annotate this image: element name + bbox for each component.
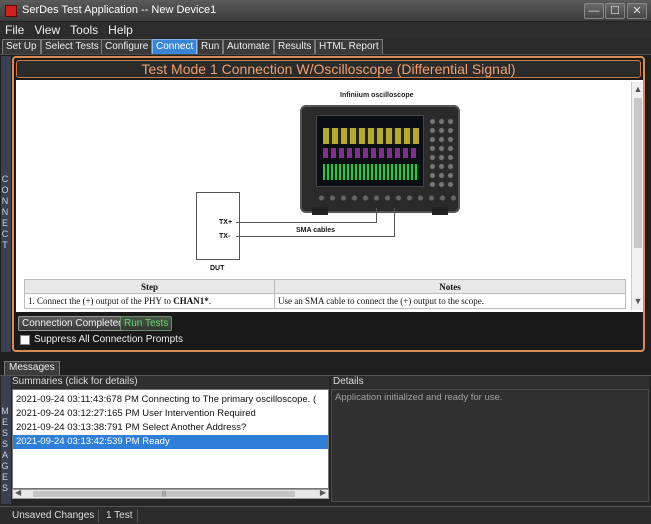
test-count-status: 1 Test <box>102 509 138 523</box>
menu-view[interactable]: View <box>29 22 65 37</box>
menu-bar: File View Tools Help <box>0 22 651 38</box>
suppress-prompts-checkbox[interactable] <box>20 335 30 345</box>
green-trace <box>323 164 419 180</box>
unsaved-changes-status: Unsaved Changes <box>8 509 100 523</box>
tab-bar: Set Up Select Tests Configure Connect Ru… <box>0 38 651 55</box>
summary-row-selected[interactable]: 2021-09-24 03:13:42:539 PM Ready <box>13 435 328 449</box>
cable-plus-riser <box>376 208 377 223</box>
suppress-prompts-label: Suppress All Connection Prompts <box>34 334 183 345</box>
scope-screen <box>316 115 424 187</box>
dut-label: DUT <box>210 265 225 272</box>
step-channel: CHAN1* <box>173 296 209 306</box>
tx-minus-label: TX- <box>219 233 231 240</box>
summaries-list[interactable]: 2021-09-24 03:11:43:678 PM Connecting to… <box>12 389 329 489</box>
scope-caption: Infiniium oscilloscope <box>340 92 414 99</box>
magenta-trace <box>323 148 419 158</box>
connection-completed-button[interactable]: Connection Completed <box>18 316 128 331</box>
details-text: Application initialized and ready for us… <box>331 389 649 502</box>
notes-cell: Use an SMA cable to connect the (+) outp… <box>274 293 626 309</box>
step-suffix: . <box>208 296 211 306</box>
summaries-header: Summaries (click for details) <box>12 376 329 389</box>
oscilloscope-image <box>300 105 460 215</box>
tab-set-up[interactable]: Set Up <box>2 39 41 54</box>
notes-header: Notes <box>274 279 626 294</box>
scope-foot-left <box>312 207 328 215</box>
dut-box <box>196 192 240 260</box>
cable-plus <box>236 222 376 223</box>
scroll-thumb[interactable] <box>634 98 642 248</box>
connect-side-label: CONNECT <box>1 56 11 352</box>
tab-connect[interactable]: Connect <box>152 39 198 54</box>
title-bar: SerDes Test Application -- New Device1 —… <box>0 0 651 22</box>
tab-automate[interactable]: Automate <box>223 39 274 54</box>
close-button[interactable]: ✕ <box>627 3 647 19</box>
scope-knobs <box>428 117 456 187</box>
tab-html-report[interactable]: HTML Report <box>315 39 383 54</box>
summary-row[interactable]: 2021-09-24 03:13:38:791 PM Select Anothe… <box>13 421 328 435</box>
tab-results[interactable]: Results <box>274 39 316 54</box>
table-row: 1. Connect the (+) output of the PHY to … <box>24 293 626 309</box>
step-cell: 1. Connect the (+) output of the PHY to … <box>24 293 275 309</box>
tab-configure[interactable]: Configure <box>101 39 153 54</box>
horizontal-scroll-thumb[interactable]: ||| <box>33 491 295 497</box>
menu-help[interactable]: Help <box>103 22 138 37</box>
menu-file[interactable]: File <box>0 22 29 37</box>
scope-inputs <box>316 191 456 205</box>
run-tests-button[interactable]: Run Tests <box>120 316 173 331</box>
step-header: Step <box>24 279 275 294</box>
sma-cables-label: SMA cables <box>296 227 336 234</box>
app-icon <box>5 5 17 17</box>
status-bar: Unsaved Changes 1 Test <box>0 506 651 524</box>
scroll-left-icon[interactable]: ◀ <box>15 488 21 497</box>
scope-foot-right <box>432 207 448 215</box>
tab-select-tests[interactable]: Select Tests <box>41 39 103 54</box>
content-vertical-scrollbar[interactable]: ▲ ▼ <box>631 82 643 310</box>
summary-row[interactable]: 2021-09-24 03:12:27:165 PM User Interven… <box>13 407 328 421</box>
scroll-up-icon[interactable]: ▲ <box>632 84 644 94</box>
tab-run[interactable]: Run <box>197 39 224 54</box>
cable-minus <box>236 236 394 237</box>
messages-tab[interactable]: Messages <box>4 361 60 375</box>
details-header: Details <box>331 376 649 389</box>
maximize-button[interactable]: ☐ <box>605 3 625 19</box>
minimize-button[interactable]: — <box>584 3 604 19</box>
cable-minus-riser <box>394 208 395 237</box>
scroll-down-icon[interactable]: ▼ <box>632 296 644 306</box>
connection-banner: Test Mode 1 Connection W/Oscilloscope (D… <box>16 60 641 78</box>
step-text: 1. Connect the (+) output of the PHY to <box>28 296 174 306</box>
messages-side-label: MESSAGES <box>1 376 11 504</box>
window-title: SerDes Test Application -- New Device1 <box>22 4 217 16</box>
tx-plus-label: TX+ <box>219 219 233 226</box>
menu-tools[interactable]: Tools <box>65 22 103 37</box>
summary-row[interactable]: 2021-09-24 03:11:43:678 PM Connecting to… <box>13 393 328 407</box>
summaries-horizontal-scrollbar[interactable]: ◀ ||| ▶ <box>12 488 329 499</box>
steps-table: Step Notes 1. Connect the (+) output of … <box>24 279 626 309</box>
eye-diagram-trace <box>323 128 419 144</box>
table-header-row: Step Notes <box>24 279 626 294</box>
scroll-right-icon[interactable]: ▶ <box>320 488 326 497</box>
